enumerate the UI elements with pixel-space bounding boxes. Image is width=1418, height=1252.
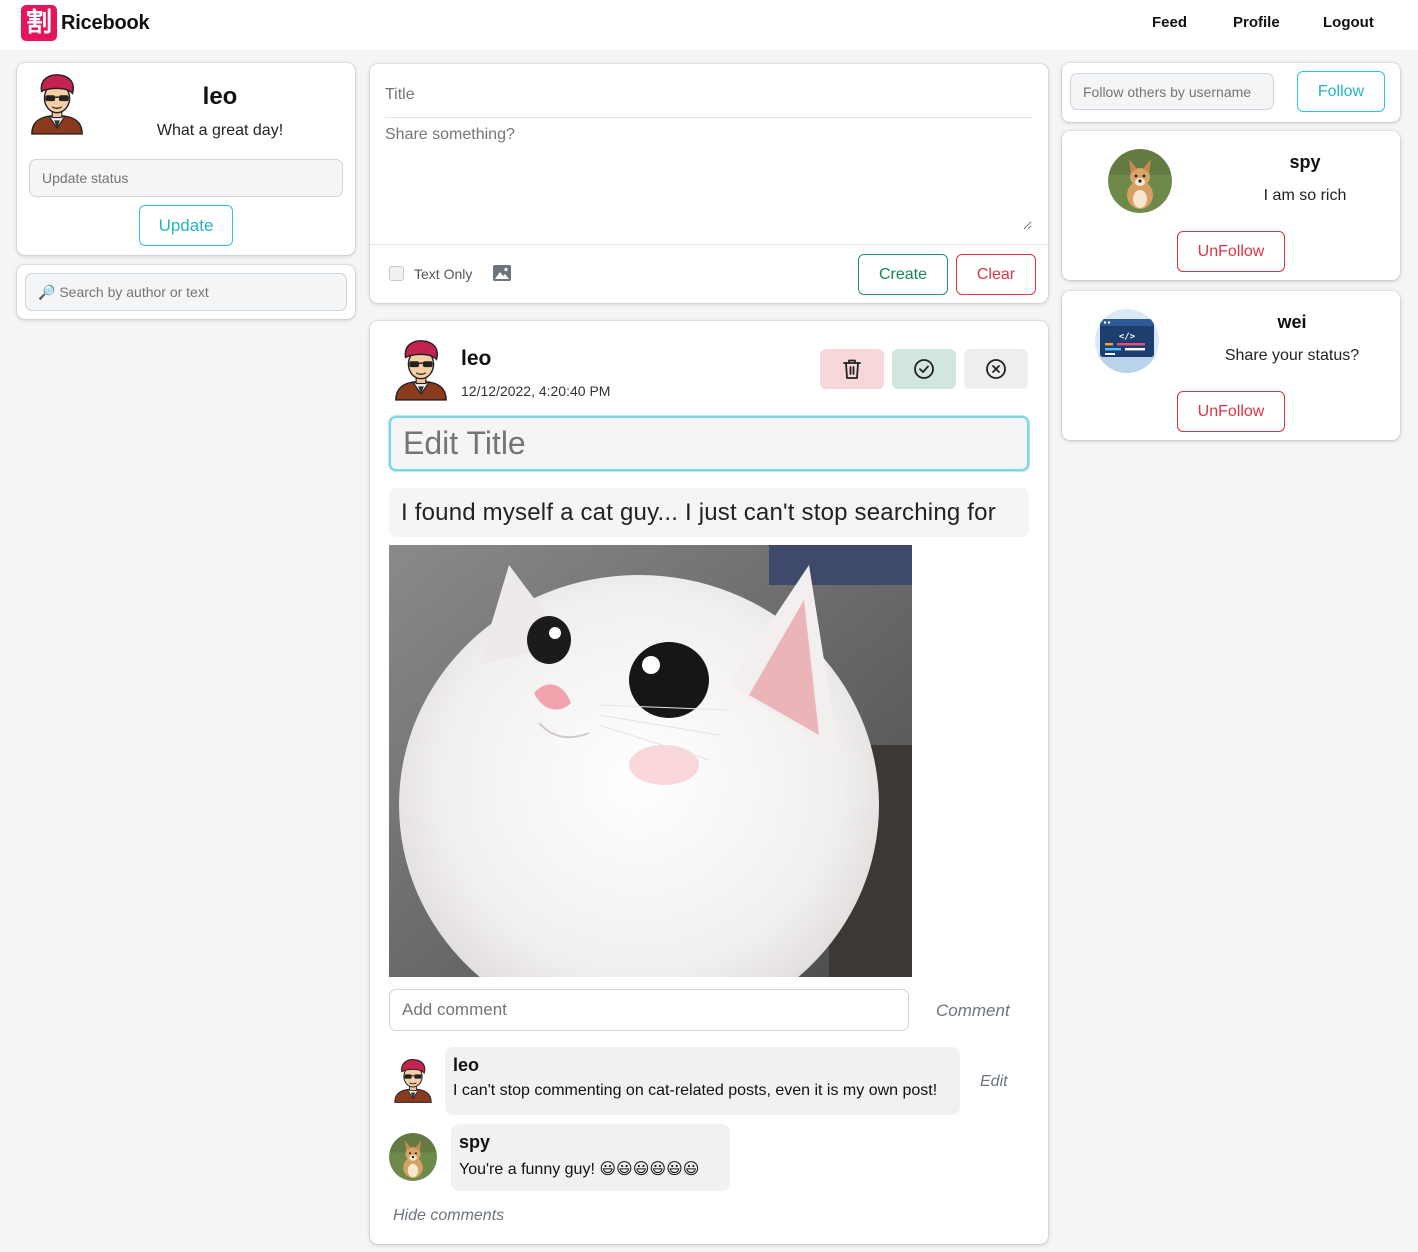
- save-edit-button[interactable]: [892, 349, 956, 389]
- follow-button[interactable]: Follow: [1297, 71, 1385, 112]
- edit-title-input[interactable]: [389, 416, 1029, 471]
- post-card: leo 12/12/2022, 4:20:40 PM I found mysel…: [370, 321, 1048, 1244]
- nav-link-feed[interactable]: Feed: [1152, 14, 1187, 31]
- following-avatar: [1095, 309, 1159, 373]
- comment-avatar: [389, 1133, 437, 1181]
- following-status: I am so rich: [1263, 187, 1347, 204]
- nav-link-profile[interactable]: Profile: [1233, 14, 1280, 31]
- profile-status: What a great day!: [156, 122, 284, 139]
- comment-submit-link[interactable]: Comment: [936, 1001, 1010, 1021]
- follow-username-input[interactable]: [1070, 73, 1274, 110]
- x-circle-icon: [986, 359, 1006, 379]
- update-status-button[interactable]: Update: [139, 205, 233, 246]
- edit-body-field[interactable]: I found myself a cat guy... I just can't…: [389, 488, 1029, 537]
- comment-item: spy You're a funny guy! 😃😃😃😃😃😃: [451, 1124, 730, 1191]
- post-composer: Text Only Create Clear: [370, 64, 1048, 303]
- hide-comments-link[interactable]: Hide comments: [393, 1207, 504, 1225]
- unfollow-button[interactable]: UnFollow: [1177, 231, 1285, 272]
- user-avatar: [28, 71, 86, 135]
- brand-name: Ricebook: [61, 11, 150, 34]
- create-post-button[interactable]: Create: [858, 254, 948, 295]
- status-input[interactable]: [29, 159, 343, 197]
- comment-author: spy: [459, 1132, 491, 1152]
- unfollow-button[interactable]: UnFollow: [1177, 391, 1285, 432]
- add-comment-input[interactable]: [389, 989, 909, 1031]
- text-only-label: Text Only: [414, 266, 473, 282]
- search-input[interactable]: [25, 273, 347, 311]
- post-author-avatar: [392, 337, 450, 401]
- edit-body-text: I found myself a cat guy... I just can't…: [401, 498, 996, 526]
- brand[interactable]: 割 Ricebook: [21, 5, 150, 41]
- text-only-checkbox[interactable]: [389, 266, 404, 281]
- check-circle-icon: [914, 359, 934, 379]
- follow-card: Follow: [1062, 63, 1400, 122]
- comment-item: leo I can't stop commenting on cat-relat…: [445, 1047, 960, 1115]
- following-name: wei: [1277, 312, 1307, 332]
- edit-comment-link[interactable]: Edit: [980, 1073, 1008, 1091]
- comment-text: I can't stop commenting on cat-related p…: [453, 1082, 938, 1099]
- comment-avatar: [392, 1055, 434, 1105]
- search-card: [17, 265, 355, 319]
- trash-icon: [843, 359, 861, 379]
- post-image: [389, 545, 912, 977]
- following-status: Share your status?: [1224, 347, 1360, 364]
- profile-card: leo What a great day! Update: [17, 63, 355, 255]
- following-name: spy: [1289, 152, 1321, 172]
- following-card: wei Share your status? UnFollow: [1062, 291, 1400, 440]
- nav-link-logout[interactable]: Logout: [1323, 14, 1374, 31]
- image-icon[interactable]: [492, 264, 512, 282]
- comment-author: leo: [453, 1055, 480, 1075]
- composer-divider: [370, 244, 1048, 245]
- cancel-edit-button[interactable]: [964, 349, 1028, 389]
- clear-post-button[interactable]: Clear: [956, 254, 1036, 295]
- post-title-input[interactable]: [385, 72, 1032, 118]
- navbar: 割 Ricebook Feed Profile Logout: [0, 0, 1418, 50]
- following-avatar: [1108, 149, 1172, 213]
- delete-post-button[interactable]: [820, 349, 884, 389]
- comment-text: You're a funny guy! 😃😃😃😃😃😃: [459, 1161, 700, 1178]
- post-body-textarea[interactable]: [385, 126, 1032, 230]
- following-card: spy I am so rich UnFollow: [1062, 131, 1400, 280]
- profile-name: leo: [202, 83, 238, 110]
- brand-logo: 割: [21, 5, 57, 41]
- post-timestamp: 12/12/2022, 4:20:40 PM: [461, 383, 611, 399]
- post-author: leo: [461, 347, 492, 370]
